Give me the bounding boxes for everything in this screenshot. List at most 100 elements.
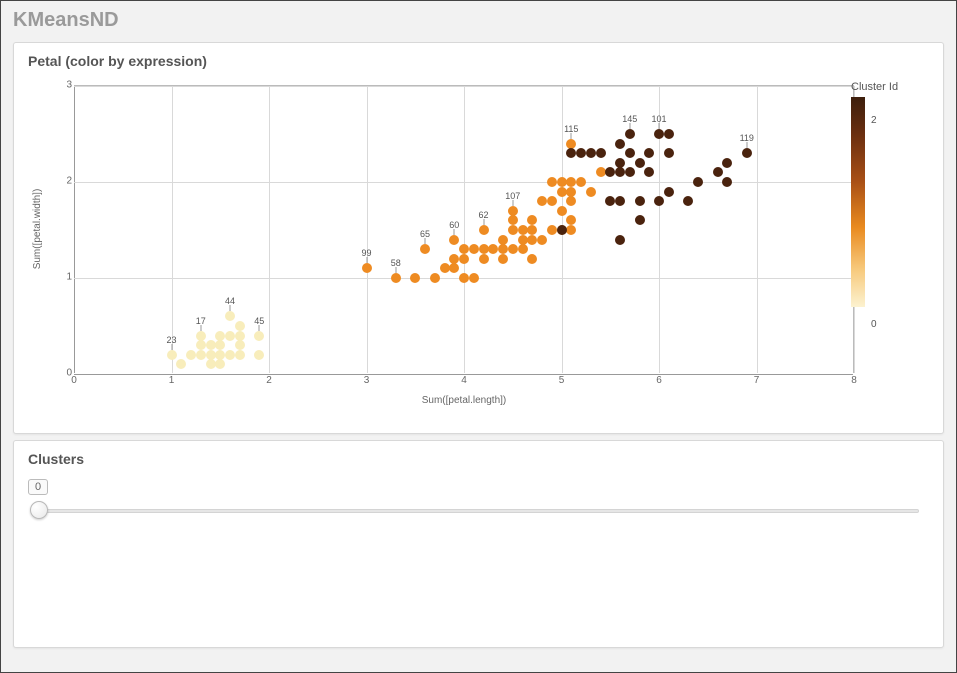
- data-point[interactable]: [215, 350, 225, 360]
- data-point[interactable]: [410, 273, 420, 283]
- data-point[interactable]: [664, 187, 674, 197]
- data-point[interactable]: [391, 273, 401, 283]
- data-point[interactable]: [605, 167, 615, 177]
- plot-area[interactable]: 231744459958656062107115145101119: [74, 85, 854, 373]
- data-point[interactable]: [566, 215, 576, 225]
- data-point[interactable]: [576, 148, 586, 158]
- data-point[interactable]: [254, 350, 264, 360]
- data-point[interactable]: [430, 273, 440, 283]
- data-point[interactable]: [469, 273, 479, 283]
- data-point[interactable]: [206, 350, 216, 360]
- data-point[interactable]: [644, 167, 654, 177]
- data-point[interactable]: [664, 148, 674, 158]
- data-point[interactable]: [654, 196, 664, 206]
- data-point[interactable]: [527, 225, 537, 235]
- data-point[interactable]: [449, 254, 459, 264]
- data-point[interactable]: [557, 225, 567, 235]
- data-point[interactable]: [167, 350, 177, 360]
- data-point[interactable]: [722, 177, 732, 187]
- data-point[interactable]: [235, 340, 245, 350]
- data-point[interactable]: [498, 244, 508, 254]
- data-point[interactable]: [537, 196, 547, 206]
- data-point[interactable]: [420, 244, 430, 254]
- data-point[interactable]: [508, 244, 518, 254]
- data-point[interactable]: [605, 196, 615, 206]
- data-point[interactable]: [722, 158, 732, 168]
- data-point[interactable]: [615, 139, 625, 149]
- slider-handle[interactable]: [30, 501, 48, 519]
- data-point[interactable]: [557, 206, 567, 216]
- data-point[interactable]: [225, 331, 235, 341]
- data-point[interactable]: [479, 244, 489, 254]
- data-point[interactable]: [586, 187, 596, 197]
- data-point[interactable]: [557, 177, 567, 187]
- data-point[interactable]: [176, 359, 186, 369]
- data-point[interactable]: [479, 254, 489, 264]
- data-point[interactable]: [557, 187, 567, 197]
- data-point[interactable]: [635, 158, 645, 168]
- data-point[interactable]: [625, 129, 635, 139]
- data-point[interactable]: [576, 177, 586, 187]
- data-point[interactable]: [527, 215, 537, 225]
- data-point[interactable]: [459, 244, 469, 254]
- data-point[interactable]: [644, 148, 654, 158]
- data-point[interactable]: [196, 350, 206, 360]
- data-point[interactable]: [235, 350, 245, 360]
- data-point[interactable]: [469, 244, 479, 254]
- data-point[interactable]: [527, 254, 537, 264]
- data-point[interactable]: [196, 340, 206, 350]
- data-point[interactable]: [449, 235, 459, 245]
- data-point[interactable]: [459, 273, 469, 283]
- data-point[interactable]: [683, 196, 693, 206]
- data-point[interactable]: [206, 359, 216, 369]
- data-point[interactable]: [440, 263, 450, 273]
- data-point[interactable]: [459, 254, 469, 264]
- data-point[interactable]: [215, 331, 225, 341]
- data-point[interactable]: [508, 225, 518, 235]
- data-point[interactable]: [615, 235, 625, 245]
- data-point[interactable]: [566, 225, 576, 235]
- data-point[interactable]: [635, 196, 645, 206]
- data-point[interactable]: [566, 187, 576, 197]
- data-point[interactable]: [254, 331, 264, 341]
- data-point[interactable]: [742, 148, 752, 158]
- data-point[interactable]: [596, 167, 606, 177]
- data-point[interactable]: [449, 263, 459, 273]
- data-point[interactable]: [518, 225, 528, 235]
- data-point[interactable]: [508, 215, 518, 225]
- data-point[interactable]: [479, 225, 489, 235]
- data-point[interactable]: [225, 350, 235, 360]
- clusters-slider[interactable]: [28, 499, 929, 523]
- data-point[interactable]: [215, 340, 225, 350]
- data-point[interactable]: [566, 196, 576, 206]
- data-point[interactable]: [537, 235, 547, 245]
- data-point[interactable]: [566, 148, 576, 158]
- data-point[interactable]: [693, 177, 703, 187]
- data-point[interactable]: [498, 235, 508, 245]
- data-point[interactable]: [547, 177, 557, 187]
- data-point[interactable]: [615, 196, 625, 206]
- data-point[interactable]: [186, 350, 196, 360]
- data-point[interactable]: [596, 148, 606, 158]
- data-point[interactable]: [635, 215, 645, 225]
- data-point[interactable]: [527, 235, 537, 245]
- data-point[interactable]: [625, 148, 635, 158]
- data-point[interactable]: [206, 340, 216, 350]
- data-point[interactable]: [615, 158, 625, 168]
- data-point[interactable]: [215, 359, 225, 369]
- data-point[interactable]: [498, 254, 508, 264]
- data-point[interactable]: [664, 129, 674, 139]
- data-point[interactable]: [713, 167, 723, 177]
- data-point[interactable]: [654, 129, 664, 139]
- data-point[interactable]: [547, 196, 557, 206]
- data-point[interactable]: [566, 139, 576, 149]
- data-point[interactable]: [547, 225, 557, 235]
- data-point[interactable]: [488, 244, 498, 254]
- data-point[interactable]: [625, 167, 635, 177]
- data-point[interactable]: [362, 263, 372, 273]
- data-point[interactable]: [225, 311, 235, 321]
- data-point[interactable]: [518, 235, 528, 245]
- data-point[interactable]: [615, 167, 625, 177]
- data-point[interactable]: [508, 206, 518, 216]
- data-point[interactable]: [196, 331, 206, 341]
